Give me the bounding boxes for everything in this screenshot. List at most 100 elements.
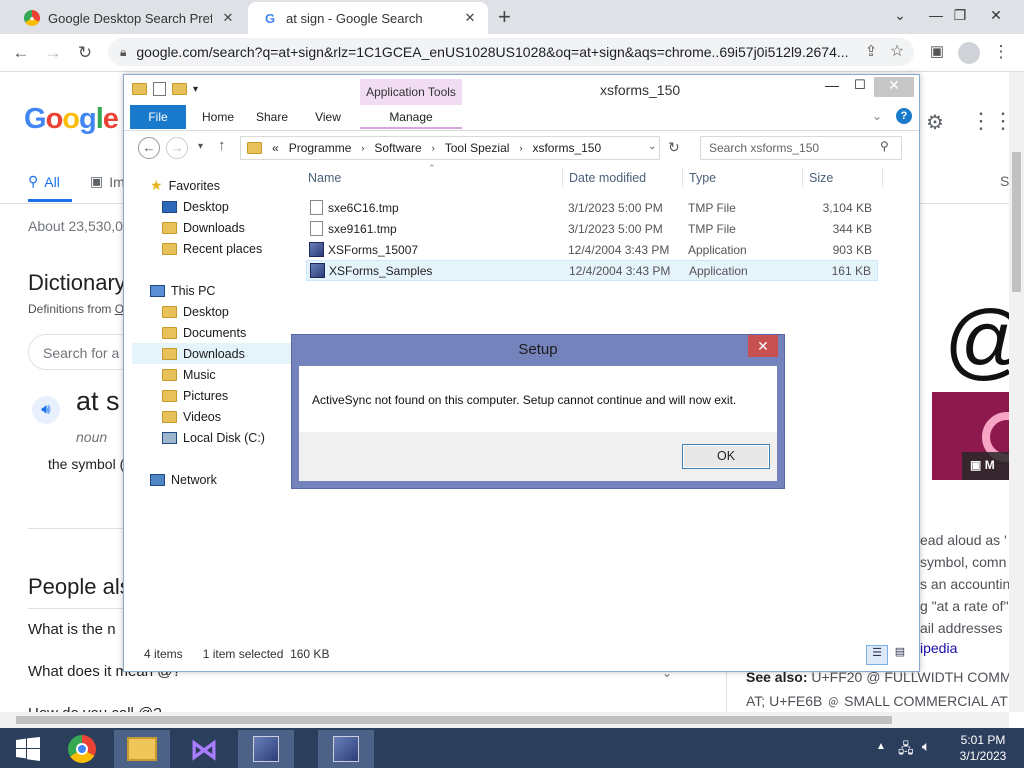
nav-item-desktop[interactable]: Desktop [162,301,229,322]
share-icon[interactable]: ⇪ [858,39,884,65]
chevron-right-icon[interactable]: › [361,143,364,153]
breadcrumb-item[interactable]: Programme [289,141,352,155]
up-arrow-icon[interactable]: ↑ [218,137,226,154]
settings-gear-icon[interactable]: ⚙ [926,110,944,135]
close-tab-icon[interactable]: ✕ [220,10,236,26]
chevron-right-icon[interactable]: › [519,143,522,153]
nav-item-music[interactable]: Music [162,364,216,385]
side-panel-icon[interactable]: ▣ [924,39,950,65]
nav-favorites[interactable]: ★ Favorites [150,175,220,196]
maximize-button[interactable]: ☐ [846,77,874,97]
details-view-icon[interactable]: ☰ [866,645,888,665]
close-tab-icon[interactable]: ✕ [462,10,478,26]
scrollbar-thumb[interactable] [16,716,892,724]
back-arrow-icon[interactable]: ← [138,137,160,159]
file-row-selected[interactable]: XSForms_Samples 12/4/2004 3:43 PM Applic… [306,260,878,281]
nav-item-documents[interactable]: Documents [162,322,246,343]
taskbar-file-explorer-icon[interactable] [114,730,170,768]
nav-item-downloads[interactable]: Downloads [162,217,245,238]
minimize-button[interactable]: — [818,77,846,97]
file-row[interactable]: sxe9161.tmp 3/1/2023 5:00 PM TMP File 34… [306,218,878,239]
tab-at-sign-search[interactable]: G at sign - Google Search ✕ [248,2,488,34]
back-arrow-icon[interactable]: ← [8,40,34,66]
recent-locations-chevron-icon[interactable]: ▾ [198,141,203,152]
speaker-icon[interactable]: 🔊︎ [32,396,60,424]
bookmark-star-icon[interactable]: ☆ [884,39,910,65]
at-symbol-image-2[interactable]: ▣ M [932,392,1010,480]
taskbar-setup-app-icon[interactable] [318,730,374,768]
tab-all[interactable]: ⚲ All [28,173,60,190]
file-row[interactable]: sxe6C16.tmp 3/1/2023 5:00 PM TMP File 3,… [306,197,878,218]
tab-view[interactable]: View [302,105,354,129]
restore-window-button[interactable]: ❐ [944,0,976,30]
ribbon-expand-chevron-icon[interactable]: ⌄ [872,109,882,123]
horizontal-scrollbar[interactable] [0,712,1009,728]
tab-images[interactable]: ▣ Im [90,173,125,190]
refresh-icon[interactable]: ↻ [668,139,680,156]
start-button[interactable] [0,730,56,768]
volume-icon[interactable]: 🔈︎ [922,738,930,755]
breadcrumb[interactable]: « Programme › Software › Tool Spezial › xsf… [240,136,660,160]
network-tray-icon[interactable]: 🖧︎ [898,738,914,762]
properties-icon[interactable] [153,82,166,96]
paa-question[interactable]: What is the n [28,621,116,638]
nav-network[interactable]: Network [150,469,217,490]
tab-search-chevron-icon[interactable]: ⌄ [884,0,916,30]
nav-item-downloads-selected[interactable]: Downloads [132,343,292,364]
nav-item-pictures[interactable]: Pictures [162,385,228,406]
show-hidden-icons-chevron-icon[interactable]: ▲ [876,741,886,752]
ok-button[interactable]: OK [682,444,770,469]
customize-chevron-icon[interactable]: ▾ [193,84,198,95]
explorer-search-input[interactable]: Search xsforms_150 [700,136,902,160]
taskbar-visual-studio-icon[interactable]: ⋈ [176,730,232,768]
column-header-date[interactable]: Date modified [569,171,646,185]
close-window-button[interactable]: ✕ [980,0,1012,30]
taskbar-setup-app-icon[interactable] [238,730,294,768]
close-button[interactable]: ✕ [874,77,914,97]
tab-manage[interactable]: Manage [360,105,462,129]
forward-arrow-icon[interactable]: → [166,137,188,159]
tab-tools-stub[interactable]: S [1000,173,1009,189]
nav-item-recent-places[interactable]: Recent places [162,238,262,259]
at-symbol-image[interactable]: @ [920,296,1010,390]
dictionary-search-input[interactable]: Search for a [28,334,138,370]
nav-this-pc[interactable]: This PC [150,280,215,301]
large-icons-view-icon[interactable]: ▤ [890,645,910,665]
help-icon[interactable]: ? [896,108,912,124]
wikipedia-link[interactable]: ipedia [920,640,957,656]
address-dropdown-icon[interactable]: ⌄ [648,141,656,152]
definitions-source: Definitions from O [28,302,125,316]
tab-share[interactable]: Share [246,105,298,129]
taskbar-chrome-icon[interactable] [54,730,110,768]
breadcrumb-item[interactable]: Software [374,141,421,155]
breadcrumb-item[interactable]: xsforms_150 [532,141,601,155]
file-row[interactable]: XSForms_15007 12/4/2004 3:43 PM Applicat… [306,239,878,260]
tab-google-desktop-prefs[interactable]: ● Google Desktop Search Preferen ✕ [10,2,246,34]
nav-item-desktop[interactable]: Desktop [162,196,229,217]
dialog-close-button[interactable]: ✕ [748,335,778,357]
chrome-menu-icon[interactable]: ⋮ [988,39,1014,65]
nav-item-videos[interactable]: Videos [162,406,221,427]
people-also-ask-heading: People als [28,574,131,599]
new-tab-button[interactable]: + [498,4,511,30]
folder-icon[interactable] [132,83,147,95]
tab-file[interactable]: File [130,105,186,129]
nav-item-local-disk[interactable]: Local Disk (C:) [162,427,265,448]
reload-icon[interactable]: ↻ [72,40,98,66]
google-logo[interactable]: Google [24,103,119,136]
apps-grid-icon[interactable]: ⋮⋮ [970,108,1014,134]
more-images-button[interactable]: ▣ M [962,452,1010,480]
breadcrumb-item[interactable]: Tool Spezial [445,141,510,155]
tab-home[interactable]: Home [190,105,246,129]
address-bar[interactable]: 🔒︎ google.com/search?q=at+sign&rlz=1C1GC… [108,38,914,66]
new-folder-icon[interactable] [172,83,187,95]
profile-avatar-icon[interactable] [958,42,980,64]
chevron-right-icon[interactable]: › [432,143,435,153]
scrollbar-thumb[interactable] [1012,152,1021,292]
column-header-name[interactable]: Name [308,171,341,185]
column-header-type[interactable]: Type [689,171,716,185]
taskbar-clock[interactable]: 5:01 PM 3/1/2023 [948,732,1018,764]
column-header-size[interactable]: Size [809,171,833,185]
forward-arrow-icon[interactable]: → [40,40,66,66]
vertical-scrollbar[interactable] [1009,72,1024,712]
